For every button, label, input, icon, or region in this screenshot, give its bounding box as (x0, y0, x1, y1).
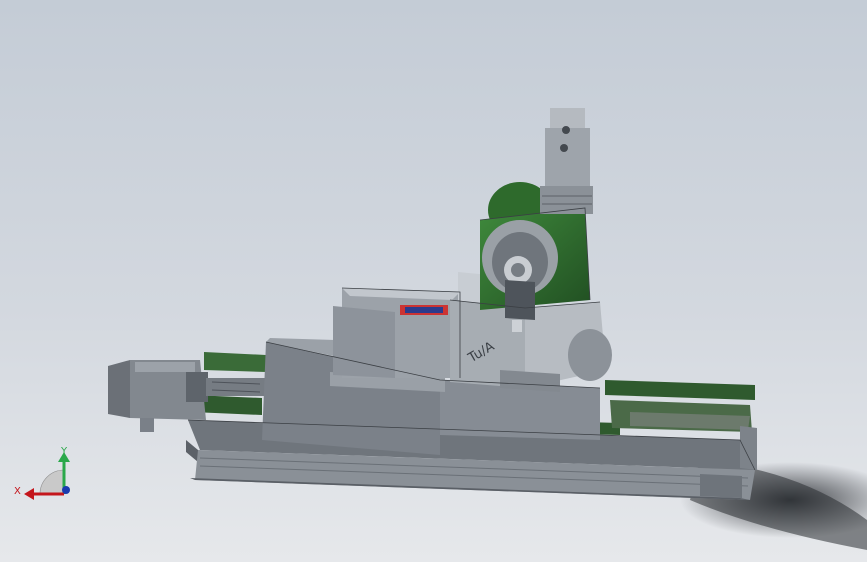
cad-viewport[interactable]: Tu/A Y X (0, 0, 867, 562)
triad-base (39, 469, 65, 495)
z-axis-dot (62, 486, 70, 494)
gearbox-housing[interactable] (333, 288, 460, 378)
y-axis-label: Y (60, 446, 68, 457)
orientation-triad[interactable]: Y X (14, 446, 70, 500)
top-motor-assembly[interactable] (540, 108, 593, 214)
model-graphics[interactable]: Tu/A Y X (0, 0, 867, 562)
x-axis-label: X (14, 486, 21, 497)
